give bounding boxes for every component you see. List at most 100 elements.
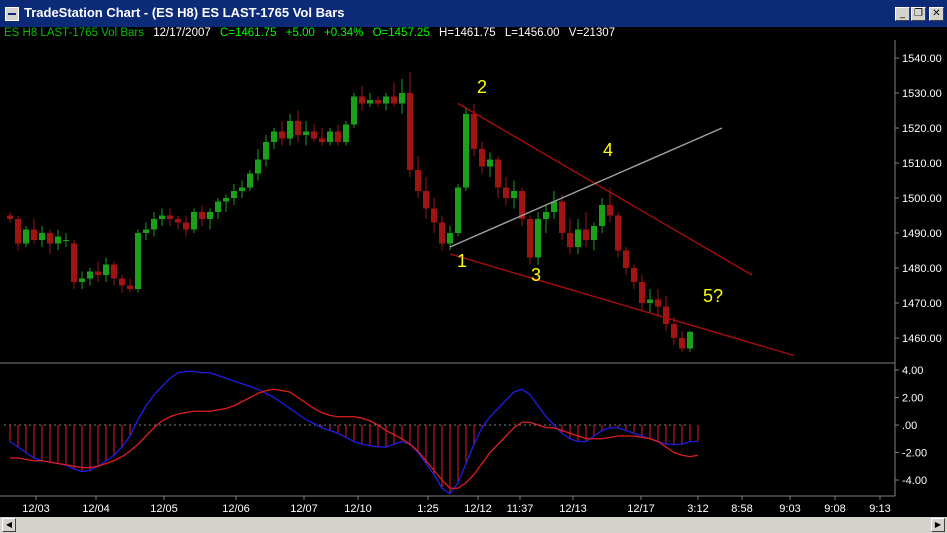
- candle-body: [607, 205, 613, 216]
- price-tick-label: 1530.00: [902, 88, 942, 100]
- time-tick-label: 12/04: [82, 503, 110, 515]
- candle-body: [503, 187, 509, 198]
- candle-body: [87, 271, 93, 279]
- time-tick-label: 9:13: [869, 503, 890, 515]
- candle-body: [639, 282, 645, 303]
- candle-body: [591, 226, 597, 240]
- candle-body: [615, 215, 621, 251]
- candle-body: [535, 219, 541, 258]
- candle-body: [15, 219, 21, 244]
- candle-body: [127, 285, 133, 289]
- price-tick-label: 1520.00: [902, 123, 942, 135]
- candle-body: [383, 96, 389, 104]
- wave-label-4: 4: [603, 140, 613, 160]
- candle-body: [143, 229, 149, 233]
- indicator-tick-label: -2.00: [902, 448, 927, 460]
- candle-body: [71, 243, 77, 282]
- time-tick-label: 12/06: [222, 503, 250, 515]
- candle-body: [583, 229, 589, 240]
- time-tick-label: 12/17: [627, 503, 655, 515]
- candle-body: [311, 131, 317, 139]
- price-chart[interactable]: 1540.00 1530.00 1520.00 1510.00 1500.00 1490.…: [0, 0, 947, 533]
- candle-body: [423, 191, 429, 209]
- candle-body: [351, 96, 357, 125]
- candle-body: [199, 212, 205, 219]
- price-tick-label: 1470.00: [902, 298, 942, 310]
- candle-body: [215, 201, 221, 212]
- time-tick-label: 12/05: [150, 503, 178, 515]
- candle-body: [623, 250, 629, 268]
- candle-body: [39, 233, 45, 240]
- candle-body: [31, 229, 37, 240]
- candle-body: [671, 324, 677, 338]
- time-tick-label: 9:03: [779, 503, 800, 515]
- candle-body: [255, 159, 261, 174]
- candle-body: [431, 208, 437, 223]
- horizontal-scrollbar[interactable]: [0, 517, 947, 533]
- scroll-right-arrow[interactable]: ▶: [931, 518, 945, 532]
- time-tick-label: 1:25: [417, 503, 438, 515]
- candle-body: [119, 278, 125, 286]
- price-tick-label: 1510.00: [902, 158, 942, 170]
- candle-body: [135, 233, 141, 289]
- wave-label-2: 2: [477, 77, 487, 97]
- indicator-tick-label: -4.00: [902, 475, 927, 487]
- candle-body: [55, 236, 61, 244]
- indicator-tick-label: .00: [902, 420, 917, 432]
- price-tick-label: 1500.00: [902, 193, 942, 205]
- candle-body: [631, 268, 637, 282]
- candle-body: [455, 187, 461, 233]
- candle-body: [359, 96, 365, 104]
- candle-body: [279, 131, 285, 139]
- indicator-tick-label: 4.00: [902, 365, 923, 377]
- candle-body: [63, 240, 69, 241]
- candle-body: [231, 191, 237, 198]
- scroll-left-arrow[interactable]: ◀: [2, 518, 16, 532]
- candle-body: [319, 138, 325, 142]
- candle-body: [111, 264, 117, 279]
- price-tick-label: 1480.00: [902, 263, 942, 275]
- time-tick-label: 12/13: [559, 503, 587, 515]
- trendline-upper-channel: [457, 102, 753, 276]
- candle-body: [567, 233, 573, 247]
- candle-body: [391, 96, 397, 104]
- candle-body: [223, 198, 229, 202]
- time-tick-label: 12/07: [290, 503, 318, 515]
- time-tick-label: 3:12: [687, 503, 708, 515]
- candle-body: [367, 100, 373, 104]
- candle-body: [327, 131, 333, 142]
- candle-body: [263, 142, 269, 160]
- candle-body: [175, 219, 181, 223]
- candle-body: [183, 222, 189, 230]
- candle-body: [271, 131, 277, 142]
- candle-body: [439, 222, 445, 244]
- candle-body: [647, 299, 653, 303]
- candle-body: [559, 201, 565, 233]
- candle-body: [151, 219, 157, 230]
- candle-body: [375, 100, 381, 104]
- candle-body: [239, 187, 245, 191]
- candle-body: [687, 331, 693, 349]
- indicator-tick-label: 2.00: [902, 393, 923, 405]
- candle-body: [247, 173, 253, 188]
- candle-body: [191, 212, 197, 230]
- candle-body: [415, 170, 421, 191]
- candle-body: [47, 233, 53, 244]
- candle-body: [95, 271, 101, 275]
- candle-body: [543, 212, 549, 219]
- candle-body: [575, 229, 581, 247]
- candle-body: [679, 338, 685, 349]
- candle-body: [79, 278, 85, 282]
- candle-body: [335, 131, 341, 142]
- time-tick-label: 12/03: [22, 503, 50, 515]
- candle-body: [495, 159, 501, 188]
- candle-body: [23, 229, 29, 244]
- candle-body: [447, 233, 453, 244]
- candle-body: [663, 306, 669, 324]
- time-tick-label: 12/10: [344, 503, 372, 515]
- price-tick-label: 1540.00: [902, 53, 942, 65]
- candle-body: [399, 93, 405, 104]
- candle-body: [103, 264, 109, 275]
- candle-body: [159, 215, 165, 219]
- candle-body: [655, 299, 661, 307]
